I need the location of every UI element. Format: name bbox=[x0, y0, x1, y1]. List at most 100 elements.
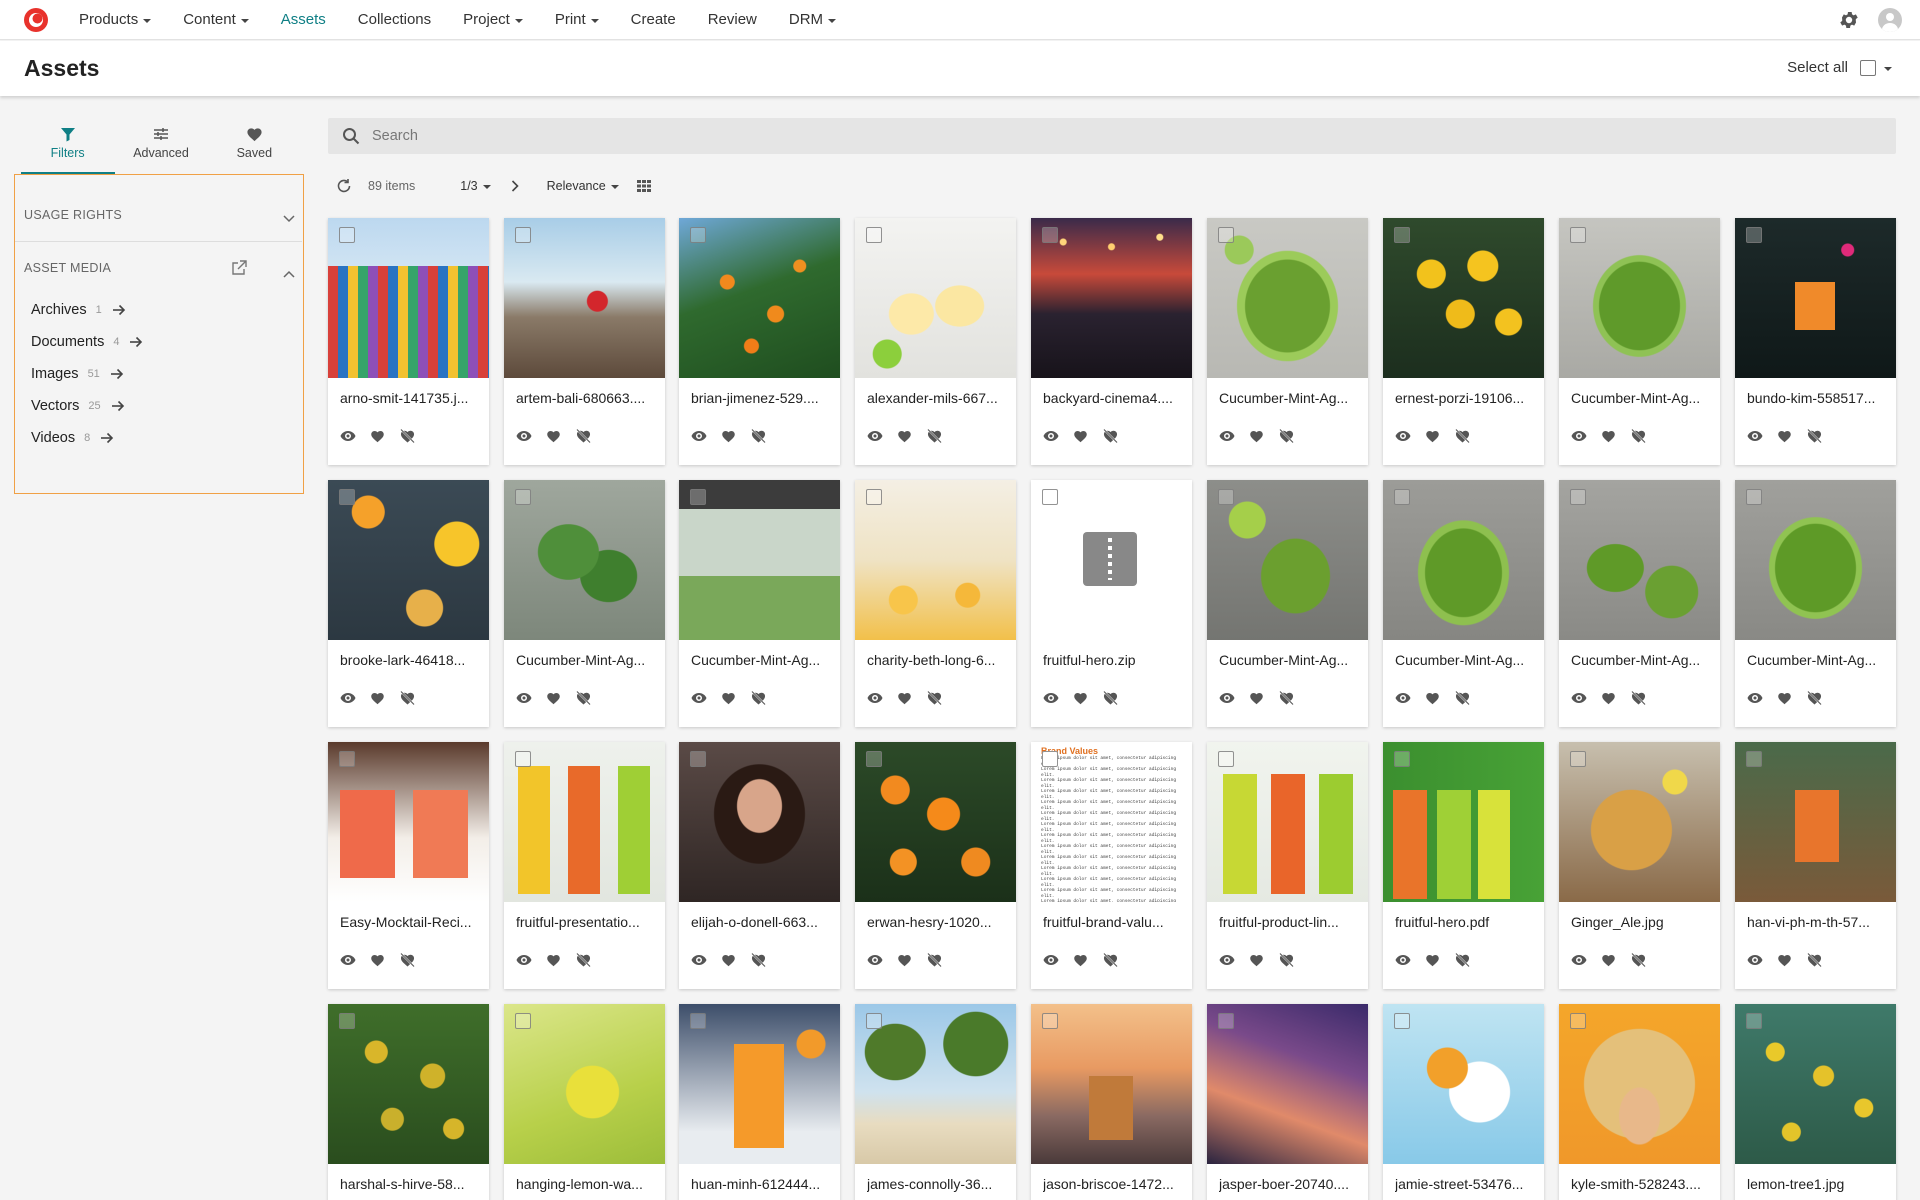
chevron-down-icon[interactable] bbox=[283, 210, 295, 228]
asset-card[interactable]: alexander-mils-667... bbox=[855, 218, 1016, 465]
preview-eye-icon[interactable] bbox=[1747, 692, 1763, 704]
filter-item-videos[interactable]: Videos 8 bbox=[31, 430, 114, 446]
asset-name[interactable]: fruitful-brand-valu... bbox=[1043, 914, 1183, 930]
sort-dropdown[interactable]: Relevance bbox=[547, 179, 619, 193]
asset-checkbox[interactable] bbox=[1746, 489, 1762, 505]
asset-name[interactable]: lemon-tree1.jpg bbox=[1747, 1176, 1887, 1192]
favorite-heart-icon[interactable] bbox=[546, 691, 561, 705]
preview-eye-icon[interactable] bbox=[1043, 692, 1059, 704]
preview-eye-icon[interactable] bbox=[340, 430, 356, 442]
favorite-heart-icon[interactable] bbox=[1073, 691, 1088, 705]
favorite-heart-icon[interactable] bbox=[1601, 953, 1616, 967]
asset-card[interactable]: harshal-s-hirve-58... bbox=[328, 1004, 489, 1200]
preview-eye-icon[interactable] bbox=[1571, 430, 1587, 442]
preview-eye-icon[interactable] bbox=[1219, 954, 1235, 966]
asset-card[interactable]: Cucumber-Mint-Ag... bbox=[1383, 480, 1544, 727]
asset-name[interactable]: Cucumber-Mint-Ag... bbox=[1571, 390, 1711, 406]
asset-checkbox[interactable] bbox=[1394, 489, 1410, 505]
asset-name[interactable]: erwan-hesry-1020... bbox=[867, 914, 1007, 930]
asset-media-section[interactable]: ASSET MEDIA bbox=[24, 261, 111, 275]
asset-checkbox[interactable] bbox=[339, 227, 355, 243]
asset-card[interactable]: Cucumber-Mint-Ag... bbox=[1559, 218, 1720, 465]
favorite-heart-icon[interactable] bbox=[897, 691, 912, 705]
filter-item-vectors[interactable]: Vectors 25 bbox=[31, 398, 125, 414]
favorite-heart-icon[interactable] bbox=[1425, 429, 1440, 443]
asset-name[interactable]: jason-briscoe-1472... bbox=[1043, 1176, 1183, 1192]
tab-advanced[interactable]: Advanced bbox=[114, 124, 207, 172]
asset-card[interactable]: Cucumber-Mint-Ag... bbox=[1559, 480, 1720, 727]
preview-eye-icon[interactable] bbox=[867, 430, 883, 442]
asset-checkbox[interactable] bbox=[339, 489, 355, 505]
asset-checkbox[interactable] bbox=[690, 227, 706, 243]
preview-eye-icon[interactable] bbox=[340, 692, 356, 704]
asset-name[interactable]: han-vi-ph-m-th-57... bbox=[1747, 914, 1887, 930]
asset-checkbox[interactable] bbox=[1218, 489, 1234, 505]
preview-eye-icon[interactable] bbox=[691, 954, 707, 966]
asset-card[interactable]: backyard-cinema4.... bbox=[1031, 218, 1192, 465]
unfavorite-heart-icon[interactable] bbox=[1102, 952, 1119, 968]
asset-card[interactable]: elijah-o-donell-663... bbox=[679, 742, 840, 989]
filter-item-archives[interactable]: Archives 1 bbox=[31, 302, 126, 318]
asset-name[interactable]: Cucumber-Mint-Ag... bbox=[1219, 652, 1359, 668]
asset-card[interactable]: Cucumber-Mint-Ag... bbox=[1207, 480, 1368, 727]
asset-name[interactable]: Cucumber-Mint-Ag... bbox=[1219, 390, 1359, 406]
unfavorite-heart-icon[interactable] bbox=[1806, 952, 1823, 968]
asset-card[interactable]: lemon-tree1.jpg bbox=[1735, 1004, 1896, 1200]
asset-card[interactable]: fruitful-presentatio... bbox=[504, 742, 665, 989]
asset-name[interactable]: Cucumber-Mint-Ag... bbox=[516, 652, 656, 668]
asset-name[interactable]: brian-jimenez-529.... bbox=[691, 390, 831, 406]
favorite-heart-icon[interactable] bbox=[897, 429, 912, 443]
asset-checkbox[interactable] bbox=[515, 751, 531, 767]
unfavorite-heart-icon[interactable] bbox=[1630, 690, 1647, 706]
asset-checkbox[interactable] bbox=[339, 1013, 355, 1029]
asset-name[interactable]: fruitful-presentatio... bbox=[516, 914, 656, 930]
asset-checkbox[interactable] bbox=[1570, 1013, 1586, 1029]
preview-eye-icon[interactable] bbox=[1395, 692, 1411, 704]
favorite-heart-icon[interactable] bbox=[1601, 429, 1616, 443]
asset-card[interactable]: fruitful-hero.pdf bbox=[1383, 742, 1544, 989]
asset-checkbox[interactable] bbox=[339, 751, 355, 767]
asset-card[interactable]: bundo-kim-558517... bbox=[1735, 218, 1896, 465]
favorite-heart-icon[interactable] bbox=[721, 953, 736, 967]
preview-eye-icon[interactable] bbox=[691, 692, 707, 704]
nav-item-content[interactable]: Content bbox=[183, 11, 249, 28]
asset-name[interactable]: harshal-s-hirve-58... bbox=[340, 1176, 480, 1192]
asset-checkbox[interactable] bbox=[866, 489, 882, 505]
search-input[interactable] bbox=[372, 128, 1872, 144]
asset-card[interactable]: han-vi-ph-m-th-57... bbox=[1735, 742, 1896, 989]
asset-name[interactable]: charity-beth-long-6... bbox=[867, 652, 1007, 668]
asset-card[interactable]: brian-jimenez-529.... bbox=[679, 218, 840, 465]
asset-card[interactable]: kyle-smith-528243.... bbox=[1559, 1004, 1720, 1200]
asset-checkbox[interactable] bbox=[866, 751, 882, 767]
preview-eye-icon[interactable] bbox=[1395, 954, 1411, 966]
asset-name[interactable]: hanging-lemon-wa... bbox=[516, 1176, 656, 1192]
asset-card[interactable]: fruitful-product-lin... bbox=[1207, 742, 1368, 989]
asset-name[interactable]: fruitful-hero.pdf bbox=[1395, 914, 1535, 930]
asset-card[interactable]: arno-smit-141735.j... bbox=[328, 218, 489, 465]
asset-checkbox[interactable] bbox=[515, 1013, 531, 1029]
favorite-heart-icon[interactable] bbox=[370, 953, 385, 967]
asset-card[interactable]: Cucumber-Mint-Ag... bbox=[504, 480, 665, 727]
preview-eye-icon[interactable] bbox=[691, 430, 707, 442]
asset-card[interactable]: ernest-porzi-19106... bbox=[1383, 218, 1544, 465]
chevron-up-icon[interactable] bbox=[283, 265, 295, 283]
preview-eye-icon[interactable] bbox=[516, 954, 532, 966]
nav-item-drm[interactable]: DRM bbox=[789, 11, 837, 28]
asset-checkbox[interactable] bbox=[1218, 227, 1234, 243]
unfavorite-heart-icon[interactable] bbox=[926, 428, 943, 444]
unfavorite-heart-icon[interactable] bbox=[1806, 428, 1823, 444]
asset-name[interactable]: huan-minh-612444... bbox=[691, 1176, 831, 1192]
asset-card[interactable]: james-connolly-36... bbox=[855, 1004, 1016, 1200]
asset-checkbox[interactable] bbox=[1570, 751, 1586, 767]
asset-checkbox[interactable] bbox=[690, 489, 706, 505]
select-all-control[interactable]: Select all bbox=[1787, 59, 1892, 76]
unfavorite-heart-icon[interactable] bbox=[1806, 690, 1823, 706]
unfavorite-heart-icon[interactable] bbox=[1454, 428, 1471, 444]
page-selector[interactable]: 1/3 bbox=[460, 179, 491, 193]
next-page-icon[interactable] bbox=[511, 180, 519, 192]
asset-checkbox[interactable] bbox=[1042, 1013, 1058, 1029]
asset-checkbox[interactable] bbox=[1394, 1013, 1410, 1029]
preview-eye-icon[interactable] bbox=[1043, 954, 1059, 966]
unfavorite-heart-icon[interactable] bbox=[926, 952, 943, 968]
asset-card[interactable]: artem-bali-680663.... bbox=[504, 218, 665, 465]
